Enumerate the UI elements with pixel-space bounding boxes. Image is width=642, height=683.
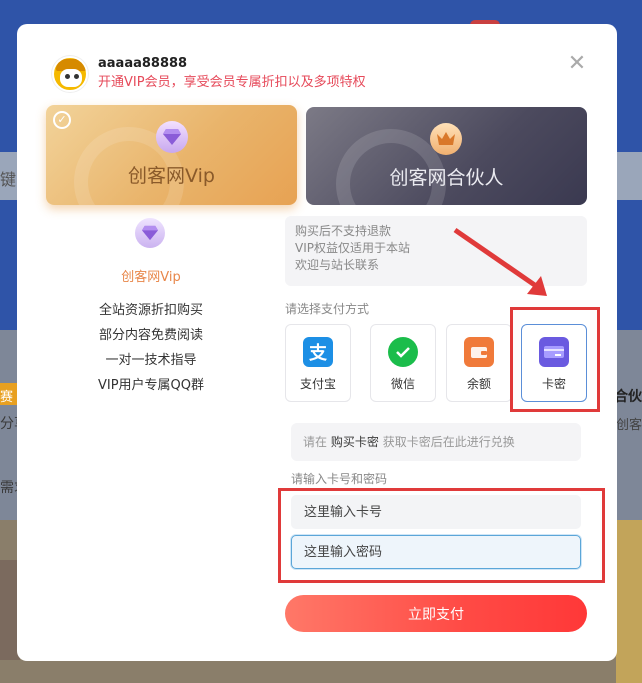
user-info: aaaaa88888 开通VIP会员，享受会员专属折扣以及多项特权 <box>52 54 366 94</box>
payment-label: 微信 <box>390 377 415 391</box>
benefit-item: 全站资源折扣购买 <box>98 303 203 318</box>
check-icon: ✓ <box>53 111 71 129</box>
payment-label: 余额 <box>466 377 491 391</box>
annotation-box-inputs <box>278 488 605 583</box>
buy-card-link[interactable]: 购买卡密 <box>331 435 379 449</box>
annotation-box-card <box>510 307 600 412</box>
avatar <box>52 56 88 92</box>
background-bottom-right <box>616 520 642 683</box>
plan-label-vip: 创客网Vip <box>128 165 215 187</box>
vip-plan-name: 创客网Vip <box>121 270 181 285</box>
annotation-arrow-icon <box>453 227 547 296</box>
benefit-list: 全站资源折扣购买 部分内容免费阅读 一对一技术指导 VIP用户专属QQ群 <box>63 298 239 398</box>
diamond-icon <box>156 121 188 153</box>
redeem-prefix: 请在 <box>303 435 328 449</box>
alipay-icon: 支 <box>303 337 333 367</box>
background-search-text: 键 <box>0 170 17 189</box>
benefit-item: 部分内容免费阅读 <box>98 328 203 343</box>
plan-card-vip[interactable]: ✓ 创客网Vip <box>46 105 297 205</box>
redeem-suffix: 获取卡密后在此进行兑换 <box>382 435 515 449</box>
wallet-icon <box>464 337 494 367</box>
payment-method-title: 请选择支付方式 <box>285 302 370 316</box>
redeem-hint: 请在 购买卡密 获取卡密后在此进行兑换 <box>291 423 581 461</box>
diamond-icon <box>135 218 165 248</box>
benefit-item: 一对一技术指导 <box>105 353 197 368</box>
payment-option-alipay[interactable]: 支 支付宝 <box>285 324 351 402</box>
plan-card-partner[interactable]: 创客网合伙人 <box>306 107 587 205</box>
benefit-item: VIP用户专属QQ群 <box>97 378 205 393</box>
card-input-title: 请输入卡号和密码 <box>291 472 388 486</box>
vip-tip: 开通VIP会员，享受会员专属折扣以及多项特权 <box>98 75 366 90</box>
background-right-sub: 创客 <box>615 418 642 433</box>
wechat-icon <box>388 337 418 367</box>
username: aaaaa88888 <box>98 56 188 71</box>
plan-label-partner: 创客网合伙人 <box>389 167 504 189</box>
vip-purchase-modal: ✕ aaaaa88888 开通VIP会员，享受会员专属折扣以及多项特权 ✓ 创客… <box>17 24 617 661</box>
payment-label: 支付宝 <box>299 377 336 391</box>
crown-icon <box>430 123 462 155</box>
close-icon[interactable]: ✕ <box>567 53 587 75</box>
payment-option-balance[interactable]: 余额 <box>446 324 512 402</box>
background-right-title: 合伙 <box>614 389 642 405</box>
pay-now-button[interactable]: 立即支付 <box>285 595 587 632</box>
payment-option-wechat[interactable]: 微信 <box>370 324 436 402</box>
